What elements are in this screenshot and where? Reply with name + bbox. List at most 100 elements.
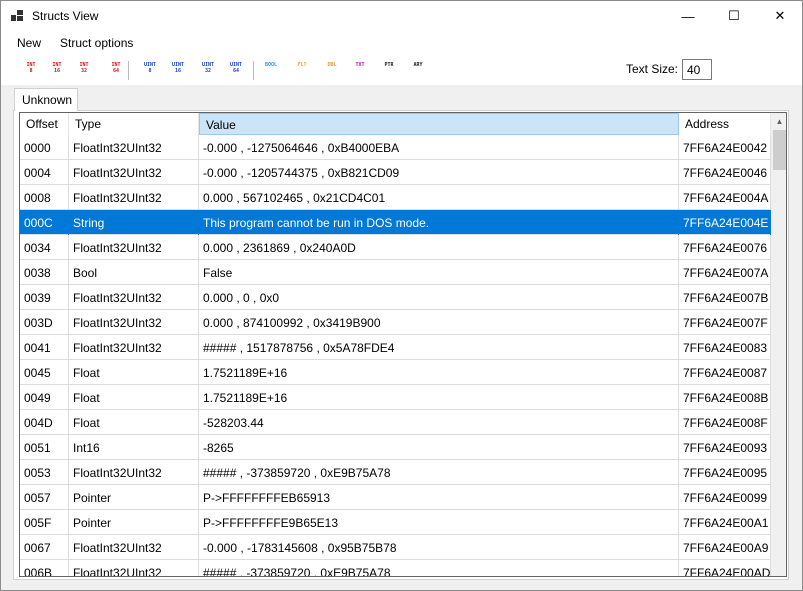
toolbar-int-64-button[interactable]: INT 64 (105, 62, 127, 80)
cell-offset[interactable]: 0053 (20, 460, 69, 485)
cell-offset[interactable]: 006B (20, 560, 69, 576)
cell-value[interactable]: 0.000 , 874100992 , 0x3419B900 (199, 310, 679, 335)
cell-value[interactable]: 1.7521189E+16 (199, 385, 679, 410)
cell-offset[interactable]: 0034 (20, 235, 69, 260)
cell-type[interactable]: Pointer (69, 510, 199, 535)
column-header-value[interactable]: Value (199, 113, 679, 135)
cell-value[interactable]: This program cannot be run in DOS mode. (199, 210, 679, 235)
cell-value[interactable]: -0.000 , -1275064646 , 0xB4000EBA (199, 135, 679, 160)
table-row[interactable]: 0004 FloatInt32UInt32 -0.000 , -1205744375… (20, 160, 771, 185)
cell-offset[interactable]: 0041 (20, 335, 69, 360)
column-header-offset[interactable]: Offset (20, 113, 69, 135)
toolbar-ptr-button[interactable]: PTR (378, 62, 400, 80)
cell-type[interactable]: FloatInt32UInt32 (69, 310, 199, 335)
cell-value[interactable]: ##### , -373859720 , 0xE9B75A78 (199, 560, 679, 576)
table-row[interactable]: 000C String This program cannot be run in … (20, 210, 771, 235)
cell-value[interactable]: -8265 (199, 435, 679, 460)
cell-offset[interactable]: 0049 (20, 385, 69, 410)
struct-grid[interactable]: Offset Type Value Address 0000 FloatInt32… (19, 112, 787, 577)
table-row[interactable]: 0057 Pointer P->FFFFFFFFEB65913 7FF6A24E009… (20, 485, 771, 510)
cell-offset[interactable]: 0004 (20, 160, 69, 185)
cell-type[interactable]: String (69, 210, 199, 235)
toolbar-int-16-button[interactable]: INT 16 (46, 62, 68, 80)
menu-struct-options[interactable]: Struct options (60, 36, 133, 50)
cell-type[interactable]: Float (69, 360, 199, 385)
title-bar[interactable]: Structs View — ☐ ✕ (1, 1, 802, 31)
cell-address[interactable]: 7FF6A24E0087 (679, 360, 771, 385)
cell-value[interactable]: 0.000 , 0 , 0x0 (199, 285, 679, 310)
cell-type[interactable]: Int16 (69, 435, 199, 460)
table-row[interactable]: 0067 FloatInt32UInt32 -0.000 , -1783145608… (20, 535, 771, 560)
cell-offset[interactable]: 0038 (20, 260, 69, 285)
scrollbar-thumb[interactable] (773, 130, 786, 170)
menu-new[interactable]: New (17, 36, 41, 50)
cell-address[interactable]: 7FF6A24E0099 (679, 485, 771, 510)
cell-address[interactable]: 7FF6A24E0095 (679, 460, 771, 485)
cell-offset[interactable]: 0000 (20, 135, 69, 160)
cell-type[interactable]: Float (69, 385, 199, 410)
maximize-button[interactable]: ☐ (711, 1, 757, 31)
table-row[interactable]: 0000 FloatInt32UInt32 -0.000 , -1275064646… (20, 135, 771, 160)
cell-value[interactable]: -528203.44 (199, 410, 679, 435)
cell-offset[interactable]: 0057 (20, 485, 69, 510)
cell-type[interactable]: FloatInt32UInt32 (69, 560, 199, 576)
table-row[interactable]: 004D Float -528203.44 7FF6A24E008F (20, 410, 771, 435)
cell-type[interactable]: FloatInt32UInt32 (69, 160, 199, 185)
cell-offset[interactable]: 003D (20, 310, 69, 335)
cell-value[interactable]: -0.000 , -1783145608 , 0x95B75B78 (199, 535, 679, 560)
table-row[interactable]: 0039 FloatInt32UInt32 0.000 , 0 , 0x0 7FF6A… (20, 285, 771, 310)
cell-address[interactable]: 7FF6A24E008F (679, 410, 771, 435)
column-header-address[interactable]: Address (679, 113, 771, 135)
cell-type[interactable]: FloatInt32UInt32 (69, 135, 199, 160)
toolbar-uint-16-button[interactable]: UINT 16 (167, 62, 189, 80)
table-row[interactable]: 0034 FloatInt32UInt32 0.000 , 2361869 , 0x… (20, 235, 771, 260)
cell-offset[interactable]: 0008 (20, 185, 69, 210)
cell-address[interactable]: 7FF6A24E00A9 (679, 535, 771, 560)
vertical-scrollbar[interactable]: ▲ (771, 113, 786, 576)
cell-address[interactable]: 7FF6A24E0093 (679, 435, 771, 460)
minimize-button[interactable]: — (665, 1, 711, 31)
cell-address[interactable]: 7FF6A24E0046 (679, 160, 771, 185)
toolbar-bool-button[interactable]: BOOL (260, 62, 282, 80)
cell-address[interactable]: 7FF6A24E0076 (679, 235, 771, 260)
cell-offset[interactable]: 0067 (20, 535, 69, 560)
cell-value[interactable]: P->FFFFFFFFEB65913 (199, 485, 679, 510)
cell-address[interactable]: 7FF6A24E008B (679, 385, 771, 410)
table-row[interactable]: 0049 Float 1.7521189E+16 7FF6A24E008B (20, 385, 771, 410)
cell-address[interactable]: 7FF6A24E0083 (679, 335, 771, 360)
table-row[interactable]: 005F Pointer P->FFFFFFFFE9B65E13 7FF6A24E00… (20, 510, 771, 535)
cell-offset[interactable]: 0045 (20, 360, 69, 385)
cell-type[interactable]: Pointer (69, 485, 199, 510)
toolbar-dbl-button[interactable]: DBL (321, 62, 343, 80)
cell-value[interactable]: ##### , 1517878756 , 0x5A78FDE4 (199, 335, 679, 360)
cell-value[interactable]: 1.7521189E+16 (199, 360, 679, 385)
cell-type[interactable]: Bool (69, 260, 199, 285)
cell-type[interactable]: FloatInt32UInt32 (69, 460, 199, 485)
toolbar-ary-button[interactable]: ARY (407, 62, 429, 80)
toolbar-uint-32-button[interactable]: UINT 32 (197, 62, 219, 80)
cell-value[interactable]: False (199, 260, 679, 285)
cell-address[interactable]: 7FF6A24E007B (679, 285, 771, 310)
table-row[interactable]: 0008 FloatInt32UInt32 0.000 , 567102465 , … (20, 185, 771, 210)
toolbar-flt-button[interactable]: FLT (291, 62, 313, 80)
cell-value[interactable]: P->FFFFFFFFE9B65E13 (199, 510, 679, 535)
cell-address[interactable]: 7FF6A24E00AD (679, 560, 771, 576)
table-row[interactable]: 003D FloatInt32UInt32 0.000 , 874100992 , … (20, 310, 771, 335)
close-button[interactable]: ✕ (757, 1, 803, 31)
cell-offset[interactable]: 0039 (20, 285, 69, 310)
table-row[interactable]: 0041 FloatInt32UInt32 ##### , 1517878756 ,… (20, 335, 771, 360)
table-row[interactable]: 0038 Bool False 7FF6A24E007A (20, 260, 771, 285)
cell-value[interactable]: -0.000 , -1205744375 , 0xB821CD09 (199, 160, 679, 185)
cell-type[interactable]: Float (69, 410, 199, 435)
toolbar-txt-button[interactable]: TXT (349, 62, 371, 80)
table-row[interactable]: 0051 Int16 -8265 7FF6A24E0093 (20, 435, 771, 460)
text-size-input[interactable] (682, 59, 712, 80)
toolbar-int-32-button[interactable]: INT 32 (73, 62, 95, 80)
toolbar-uint-8-button[interactable]: UINT 8 (139, 62, 161, 80)
cell-type[interactable]: FloatInt32UInt32 (69, 235, 199, 260)
cell-type[interactable]: FloatInt32UInt32 (69, 185, 199, 210)
cell-offset[interactable]: 0051 (20, 435, 69, 460)
toolbar-int-8-button[interactable]: INT 8 (20, 62, 42, 80)
cell-offset[interactable]: 000C (20, 210, 69, 235)
cell-address[interactable]: 7FF6A24E007F (679, 310, 771, 335)
